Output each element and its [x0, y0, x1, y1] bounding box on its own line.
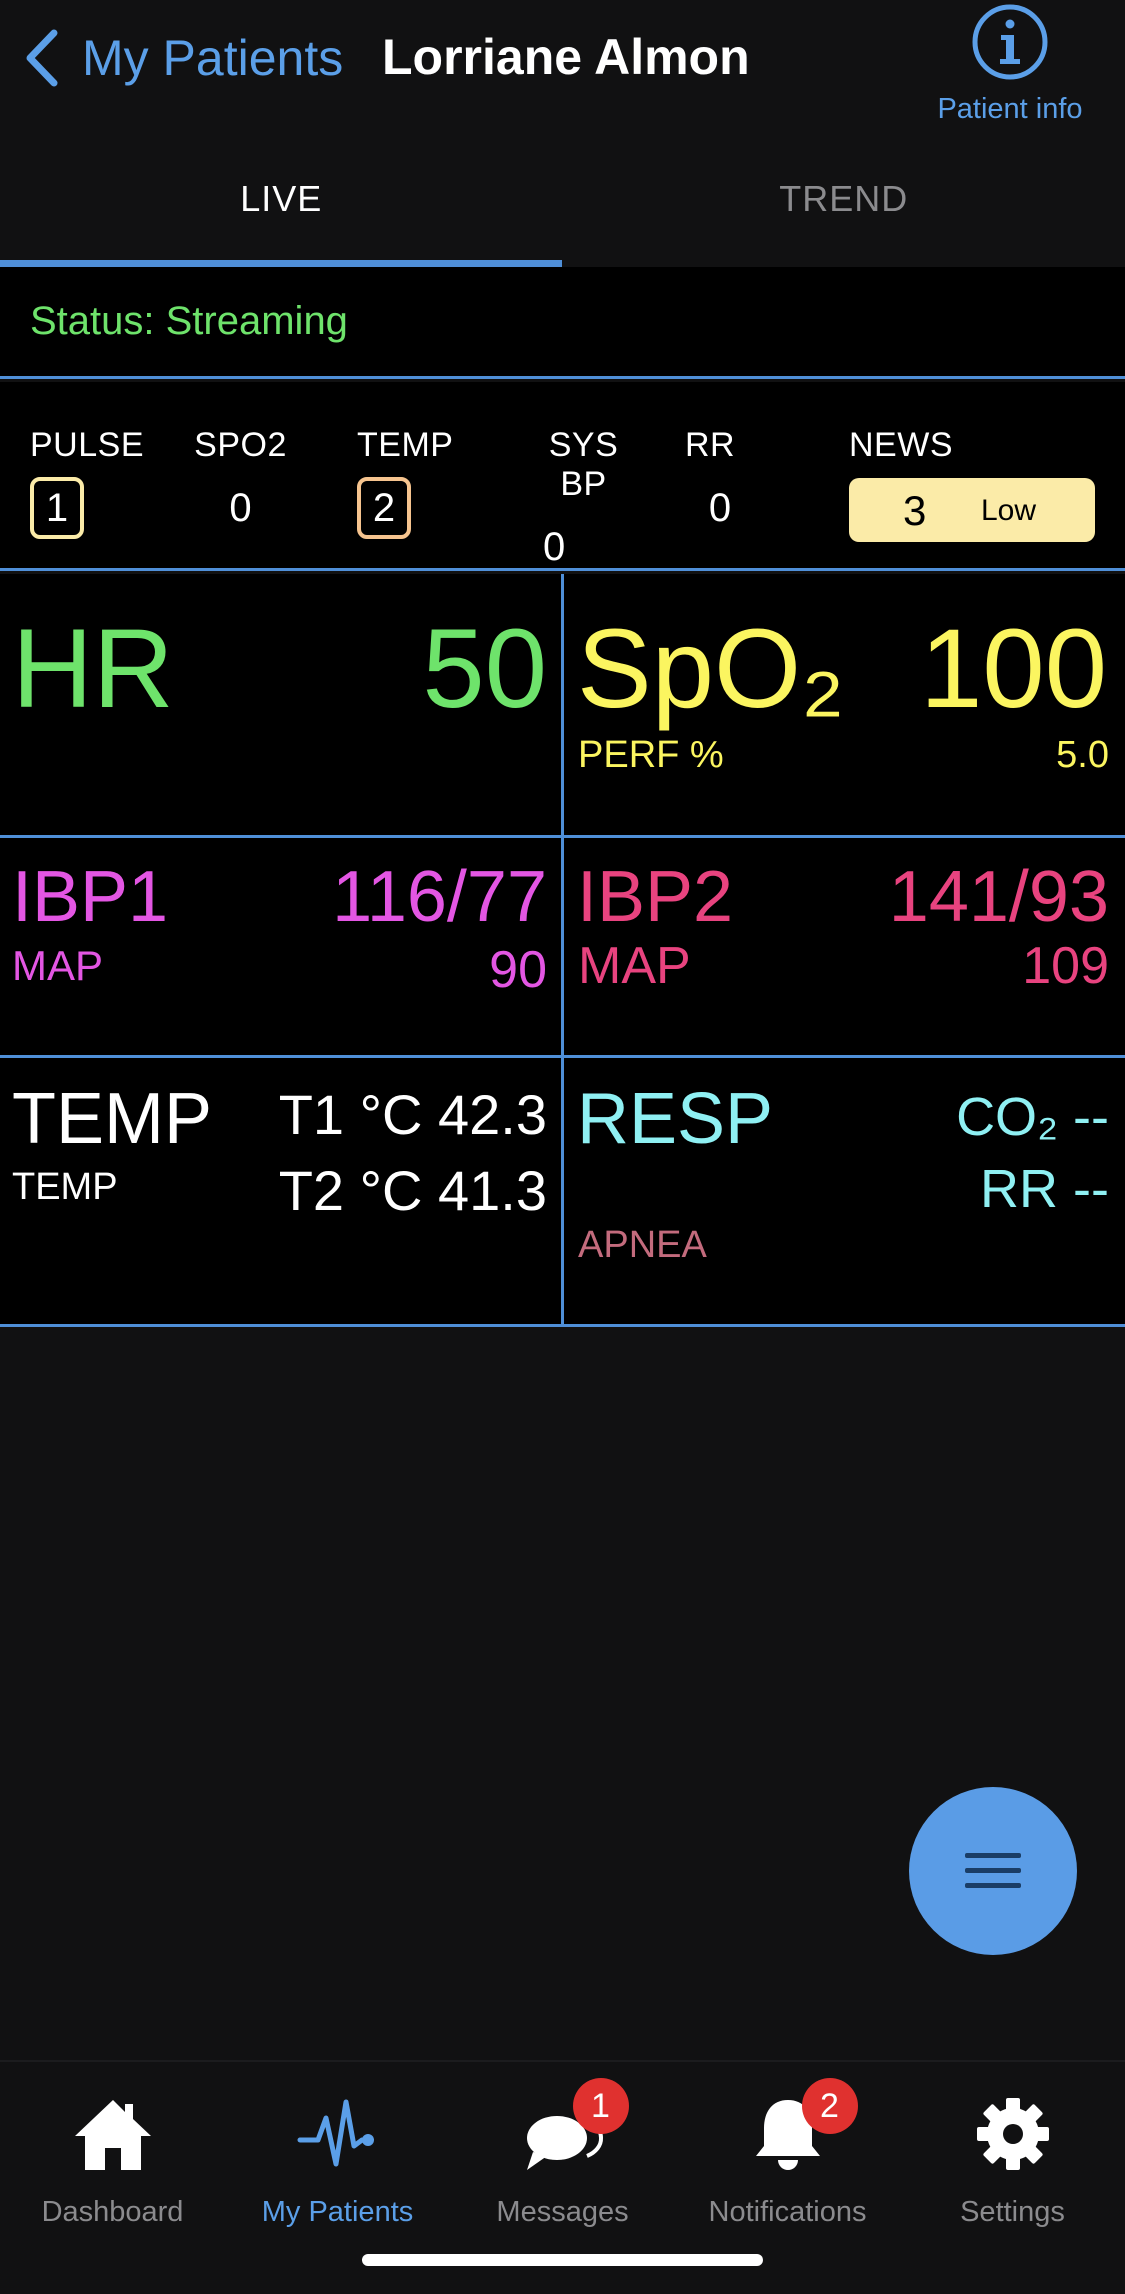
score-spo2-label: SPO2	[194, 426, 287, 464]
nav-notifications-label: Notifications	[708, 2196, 867, 2228]
score-sysbp: SYS BP 0	[521, 426, 646, 578]
grid-divider-row1	[0, 835, 1125, 838]
apnea-label: APNEA	[578, 1224, 707, 1266]
vitals-grid: HR 50 SpO₂ 100 PERF % 5.0 IBP1 116/77 MA…	[0, 574, 1125, 1327]
ibp1-value: 116/77	[332, 857, 547, 937]
news-risk-level: Low	[981, 494, 1037, 527]
score-pulse: PULSE 1	[30, 426, 144, 539]
hr-label: HR	[12, 606, 174, 731]
score-rr-label: RR	[685, 426, 736, 464]
info-icon	[972, 4, 1048, 80]
score-news-label: NEWS	[849, 426, 953, 464]
chevron-left-icon	[26, 29, 58, 87]
nav-my-patients-label: My Patients	[261, 2196, 414, 2228]
tab-live[interactable]: LIVE	[0, 130, 563, 267]
nav-my-patients[interactable]: My Patients	[225, 2082, 450, 2232]
nav-dashboard-label: Dashboard	[41, 2196, 184, 2228]
grid-divider-vertical	[561, 574, 564, 1327]
ibp2-value: 141/93	[888, 857, 1109, 937]
nav-settings[interactable]: Settings	[900, 2082, 1125, 2232]
nav-settings-label: Settings	[960, 2196, 1065, 2228]
ibp1-map-value: 90	[489, 941, 547, 999]
resp-co2-value: CO₂ --	[956, 1087, 1109, 1147]
news-score-value: 3	[903, 487, 927, 534]
home-icon	[71, 2092, 155, 2176]
patient-info-button[interactable]: Patient info	[920, 0, 1100, 130]
temp-sub-label: TEMP	[12, 1166, 118, 1208]
back-label: My Patients	[82, 30, 344, 86]
nav-messages[interactable]: 1 Messages	[450, 2078, 675, 2232]
messages-icon: 1	[521, 2078, 629, 2176]
active-tab-indicator	[0, 260, 562, 267]
score-sysbp-label: SYS BP	[548, 426, 619, 503]
ibp1-label: IBP1	[12, 857, 169, 937]
menu-icon	[965, 1853, 1021, 1888]
ibp1-map-label: MAP	[12, 942, 104, 989]
back-button[interactable]: My Patients	[22, 22, 343, 94]
score-temp: TEMP 2	[357, 426, 453, 539]
resp-rr-value: RR --	[980, 1159, 1109, 1219]
header: My Patients Lorriane Almon Patient info	[0, 0, 1125, 130]
patient-info-label: Patient info	[937, 93, 1083, 125]
grid-divider-row3	[0, 1324, 1125, 1327]
gear-icon	[971, 2092, 1055, 2176]
spo2-label: SpO₂	[577, 606, 845, 731]
perf-value: 5.0	[1056, 734, 1109, 776]
score-sysbp-value: 0	[543, 524, 566, 569]
score-pulse-value: 1	[30, 477, 84, 539]
spo2-value: 100	[920, 606, 1107, 731]
status-text: Status: Streaming	[30, 299, 348, 343]
patient-name: Lorriane Almon	[382, 29, 750, 85]
resp-label: RESP	[577, 1079, 774, 1159]
status-bar: Status: Streaming	[0, 267, 1125, 379]
score-spo2-value: 0	[229, 485, 252, 530]
ibp2-map-value: 109	[1022, 937, 1109, 995]
bell-icon: 2	[746, 2078, 858, 2176]
heartbeat-icon	[296, 2092, 380, 2176]
messages-badge: 1	[572, 2078, 629, 2134]
grid-divider-row2	[0, 1055, 1125, 1058]
hr-value: 50	[422, 606, 547, 731]
temp-label: TEMP	[12, 1079, 213, 1159]
score-rr: RR 0	[685, 426, 736, 539]
score-rr-value: 0	[708, 485, 732, 530]
temp-t1-value: T1 °C 42.3	[278, 1083, 547, 1146]
menu-fab-button[interactable]	[909, 1787, 1077, 1955]
news-score-box: 3 Low	[849, 478, 1095, 542]
score-news: NEWS	[849, 426, 953, 465]
score-temp-value: 2	[357, 477, 411, 539]
ibp2-map-label: MAP	[578, 937, 691, 995]
score-pulse-label: PULSE	[30, 426, 144, 464]
perf-label: PERF %	[578, 734, 724, 776]
early-warning-scores: PULSE 1 SPO2 0 TEMP 2 SYS BP 0 RR 0 NEWS	[0, 382, 1125, 571]
tab-bar: LIVE TREND	[0, 130, 1125, 267]
temp-t2-value: T2 °C 41.3	[278, 1159, 547, 1222]
nav-notifications[interactable]: 2 Notifications	[675, 2078, 900, 2232]
nav-messages-label: Messages	[496, 2196, 629, 2228]
home-indicator[interactable]	[362, 2254, 763, 2266]
nav-dashboard[interactable]: Dashboard	[0, 2082, 225, 2232]
score-temp-label: TEMP	[357, 426, 454, 464]
ibp2-label: IBP2	[577, 857, 734, 937]
tab-trend[interactable]: TREND	[563, 130, 1125, 267]
notifications-badge: 2	[801, 2078, 858, 2134]
score-spo2: SPO2 0	[193, 426, 288, 539]
